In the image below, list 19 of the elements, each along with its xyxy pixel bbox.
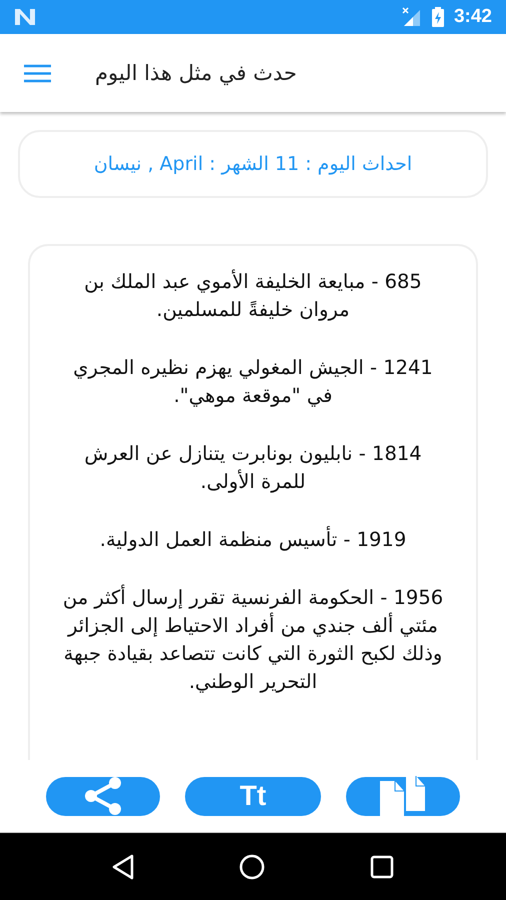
status-time: 3:42 [454,6,492,28]
event-text: 1241 - الجيش المغولي يهزم نظيره المجري في "موقعة موهي". [72,355,434,409]
menu-icon[interactable] [24,64,51,82]
share-button[interactable] [46,776,160,816]
event-text: 1814 - نابليون بونابرت يتنازل عن العرش للمرة الأولى. [83,441,423,495]
event-text: 1919 - تأسيس منظمة العمل الدولية. [98,526,408,553]
notification-logo-icon [14,8,36,26]
text-size-button[interactable]: Tt [185,776,321,816]
app-title: حدث في مثل هذا اليوم [95,61,297,85]
event-text: 1956 - الحكومة الفرنسية تقرر إرسال أكثر من مئتي ألف جندي من أفراد الاحتياط إلى الجزائر وذلك لكبح الثورة التي كانت تتصاعد بقيادة جبهة التحرير الوطني. [62,584,444,695]
battery-charging-icon [432,7,444,27]
back-icon[interactable] [112,854,134,880]
recents-icon[interactable] [370,854,394,878]
signal-icon [402,7,422,27]
event-text: 685 - مبايعة الخليفة الأموي عبد الملك بن مروان خليفةً للمسلمين. [83,268,423,323]
copy-icon [380,776,426,816]
home-icon[interactable] [238,854,265,880]
date-text: احداث اليوم : 11 الشهر : April , نيسان [94,153,412,175]
copy-button[interactable] [346,776,460,816]
